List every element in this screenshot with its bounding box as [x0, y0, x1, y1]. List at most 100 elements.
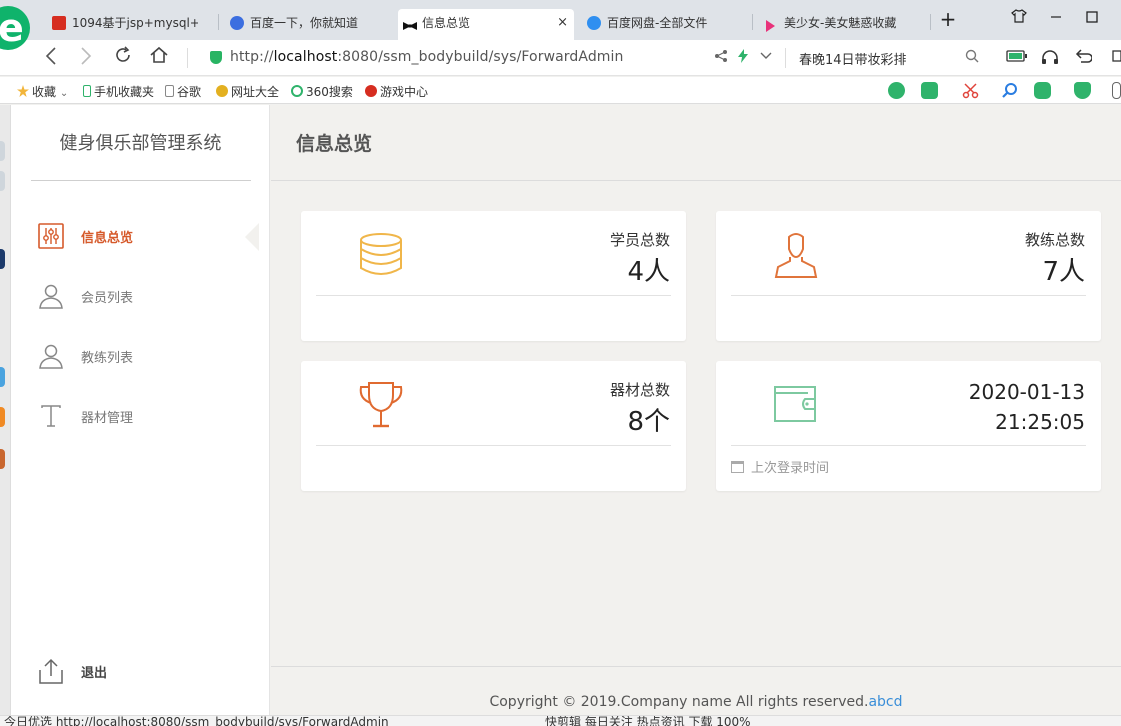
side-strip-item[interactable] — [0, 171, 5, 191]
url-host: localhost — [273, 49, 338, 65]
caption-text: 上次登录时间 — [751, 461, 830, 476]
bookmark-google[interactable]: 谷歌 — [165, 83, 201, 100]
logout-label: 退出 — [81, 666, 108, 681]
logout-button[interactable]: 退出 — [11, 650, 270, 690]
status-tools[interactable]: 快剪辑 每日关注 热点资讯 下载 100% — [545, 716, 751, 726]
sidebar-item-equipment[interactable]: 器材管理 — [11, 395, 270, 435]
tab-info-overview[interactable]: 信息总览 × — [398, 9, 574, 40]
card-members: 学员总数 4人 — [301, 211, 686, 341]
home-icon[interactable] — [146, 45, 172, 71]
card-coaches: 教练总数 7人 — [716, 211, 1101, 341]
card-divider — [316, 445, 671, 446]
url-scheme: http:// — [230, 49, 274, 65]
chevron-down-icon[interactable] — [760, 49, 772, 65]
bookmark-label: 谷歌 — [177, 85, 202, 99]
grid-icon[interactable] — [1112, 82, 1121, 99]
lightning-icon[interactable] — [737, 49, 749, 67]
coins-icon — [357, 231, 405, 279]
bookmark-360search[interactable]: 360搜索 — [291, 83, 353, 100]
battery-icon[interactable] — [1006, 49, 1028, 67]
side-strip-item[interactable] — [0, 449, 5, 469]
back-icon[interactable] — [38, 45, 64, 71]
maximize-icon[interactable] — [1081, 8, 1103, 30]
minimize-icon[interactable] — [1045, 8, 1067, 30]
title-divider — [31, 180, 251, 181]
tab-1094[interactable]: 1094基于jsp+mysql+ — [48, 10, 198, 36]
side-strip-item[interactable] — [0, 249, 5, 269]
active-indicator — [245, 223, 259, 251]
close-icon[interactable]: × — [557, 9, 568, 37]
cloud-icon — [587, 16, 601, 30]
sliders-icon — [38, 223, 64, 249]
browser-tab-bar: 1094基于jsp+mysql+ 百度一下，你就知道 信息总览 × 百度网盘-全… — [0, 0, 1121, 50]
tab-meishaonv[interactable]: 美少女-美女魅惑收藏 — [760, 10, 912, 36]
grid-icon[interactable] — [1112, 49, 1121, 67]
circle-icon — [291, 85, 303, 97]
shield-icon — [210, 51, 222, 64]
card-equipment: 器材总数 8个 — [301, 361, 686, 491]
address-separator — [187, 48, 188, 68]
calendar-icon — [731, 461, 744, 473]
search-icon[interactable] — [965, 49, 979, 67]
url-field[interactable]: http://localhost:8080/ssm_bodybuild/sys/… — [230, 49, 624, 65]
tab-baidu[interactable]: 百度一下，你就知道 — [226, 10, 386, 36]
address-separator — [785, 48, 786, 68]
forward-icon[interactable] — [73, 45, 99, 71]
equipment-label: 器材总数 — [609, 381, 670, 399]
bookmark-mobile[interactable]: 手机收藏夹 — [83, 83, 154, 100]
side-strip-item[interactable] — [0, 407, 5, 427]
side-strip-item[interactable] — [0, 141, 5, 161]
tab-label: 1094基于jsp+mysql+ — [72, 16, 198, 30]
translate-icon[interactable] — [921, 82, 938, 99]
browser-side-strip — [0, 105, 11, 715]
browser-search-input[interactable]: 春晚14日带妆彩排 — [799, 49, 907, 68]
new-tab-button[interactable]: + — [937, 8, 959, 30]
tab-label: 百度网盘-全部文件 — [607, 16, 708, 30]
person-icon — [772, 231, 820, 279]
shirt-icon[interactable] — [1008, 8, 1030, 30]
members-count: 4人 — [627, 257, 670, 287]
reload-icon[interactable] — [110, 45, 136, 71]
sidebar-item-members[interactable]: 会员列表 — [11, 275, 270, 315]
share-icon[interactable] — [714, 49, 728, 67]
card-divider — [731, 445, 1086, 446]
bowtie-icon — [402, 15, 417, 30]
sidebar: 健身俱乐部管理系统 信息总览 会员列表 教练列表 器材管理 退出 — [11, 105, 270, 715]
undo-icon[interactable] — [1074, 49, 1093, 69]
copyright-link[interactable]: abcd — [868, 694, 902, 710]
sidebar-item-label: 会员列表 — [81, 291, 134, 306]
last-login-caption: 上次登录时间 — [731, 457, 829, 476]
bookmark-label: 收藏 — [32, 85, 57, 99]
bookmark-label: 360搜索 — [306, 85, 353, 99]
chat-icon[interactable] — [888, 82, 905, 99]
headphones-icon[interactable] — [1041, 49, 1059, 69]
tab-baidu-pan[interactable]: 百度网盘-全部文件 — [583, 10, 743, 36]
bookmark-hao123[interactable]: 网址大全 — [216, 83, 279, 100]
tab-separator — [218, 14, 219, 30]
gamepad-icon[interactable] — [1034, 82, 1051, 99]
side-strip-item[interactable] — [0, 367, 5, 387]
magnifier-icon[interactable] — [1001, 82, 1018, 99]
members-label: 学员总数 — [609, 231, 670, 249]
text-t-icon — [38, 403, 64, 429]
card-divider — [316, 295, 671, 296]
sidebar-item-overview[interactable]: 信息总览 — [11, 215, 270, 255]
scissors-icon[interactable] — [962, 82, 979, 99]
user-icon — [38, 343, 64, 369]
tab-separator — [930, 14, 931, 30]
coaches-label: 教练总数 — [1024, 231, 1085, 249]
shield-icon[interactable] — [1074, 82, 1091, 99]
app-page: 健身俱乐部管理系统 信息总览 会员列表 教练列表 器材管理 退出 信息总览 学员… — [0, 105, 1121, 715]
coaches-count: 7人 — [1042, 257, 1085, 287]
card-divider — [731, 295, 1086, 296]
bookmark-favorites[interactable]: 收藏 ⌄ — [17, 83, 68, 100]
bookmarks-bar: 收藏 ⌄ 手机收藏夹 谷歌 网址大全 360搜索 游戏中心 — [0, 77, 1121, 104]
sidebar-item-coaches[interactable]: 教练列表 — [11, 335, 270, 375]
bookmark-games[interactable]: 游戏中心 — [365, 83, 428, 100]
browser-status-bar: 今日优选 http://localhost:8080/ssm_bodybuild… — [0, 715, 1121, 726]
sidebar-item-label: 器材管理 — [81, 411, 134, 426]
tab-label: 百度一下，你就知道 — [250, 16, 359, 30]
bookmark-label: 游戏中心 — [380, 85, 429, 99]
last-login-time: 21:25:05 — [995, 410, 1085, 434]
copyright: Copyright © 2019.Company name All rights… — [271, 694, 1121, 710]
